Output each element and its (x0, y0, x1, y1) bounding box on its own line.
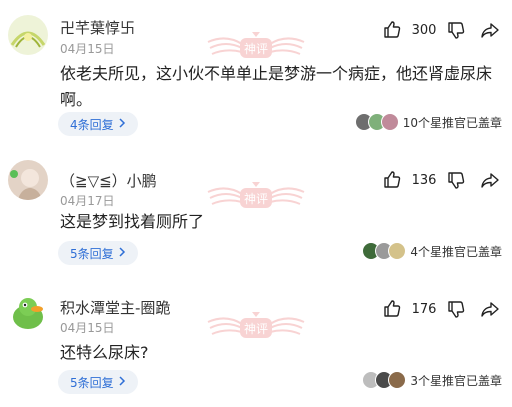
avatar[interactable] (8, 160, 48, 200)
recommenders[interactable]: 4个星推官已盖章 (362, 242, 502, 260)
recommender-avatar (380, 113, 399, 131)
replies-button[interactable]: 5条回复 (58, 241, 138, 265)
comment-actions: 176 (380, 297, 502, 321)
thumb-down-icon[interactable] (444, 297, 468, 321)
comment-date: 04月17日 (60, 194, 115, 208)
like-count: 176 (411, 301, 437, 317)
svg-text:神评: 神评 (244, 192, 268, 206)
like-count: 136 (411, 172, 437, 188)
comment-date: 04月15日 (60, 42, 115, 56)
thumb-down-icon[interactable] (444, 168, 468, 192)
replies-button[interactable]: 4条回复 (58, 112, 138, 136)
recommender-avatar (388, 242, 407, 260)
avatar[interactable] (8, 15, 48, 55)
hot-comment-watermark: 神评 (206, 28, 306, 68)
thumb-up-icon[interactable] (380, 168, 404, 192)
hot-comment-watermark: 神评 (206, 178, 306, 218)
recommender-avatar (388, 371, 407, 389)
thumb-up-icon[interactable] (380, 297, 404, 321)
hot-comment-watermark: 神评 (206, 308, 306, 348)
replies-label: 5条回复 (70, 375, 114, 390)
avatar[interactable] (8, 293, 48, 333)
svg-text:神评: 神评 (244, 42, 268, 56)
comment-actions: 136 (380, 168, 502, 192)
share-icon[interactable] (478, 168, 502, 192)
like-count: 300 (411, 22, 437, 38)
replies-button[interactable]: 5条回复 (58, 370, 138, 394)
share-icon[interactable] (478, 18, 502, 42)
username[interactable]: 积水潭堂主-圈跪 (60, 297, 170, 318)
username[interactable]: 卍芊葉惇卐 (60, 17, 135, 38)
comment-actions: 300 (380, 18, 502, 42)
replies-label: 5条回复 (70, 246, 114, 261)
username[interactable]: （≧▽≦）小鹏 (60, 170, 157, 191)
recommenders[interactable]: 10个星推官已盖章 (354, 113, 502, 131)
share-icon[interactable] (478, 297, 502, 321)
chevron-right-icon (118, 246, 126, 260)
chevron-right-icon (118, 375, 126, 389)
recommenders[interactable]: 3个星推官已盖章 (362, 371, 502, 389)
chevron-right-icon (118, 117, 126, 131)
comment-date: 04月15日 (60, 321, 115, 335)
recommend-text: 4个星推官已盖章 (410, 244, 502, 259)
thumb-down-icon[interactable] (444, 18, 468, 42)
recommend-text: 10个星推官已盖章 (402, 115, 502, 130)
thumb-up-icon[interactable] (380, 18, 404, 42)
recommend-text: 3个星推官已盖章 (410, 373, 502, 388)
comment-text: 依老夫所见，这小伙不单单止是梦游一个病症，他还肾虚尿床啊。 (60, 64, 493, 109)
replies-label: 4条回复 (70, 117, 114, 132)
svg-text:神评: 神评 (244, 322, 268, 336)
